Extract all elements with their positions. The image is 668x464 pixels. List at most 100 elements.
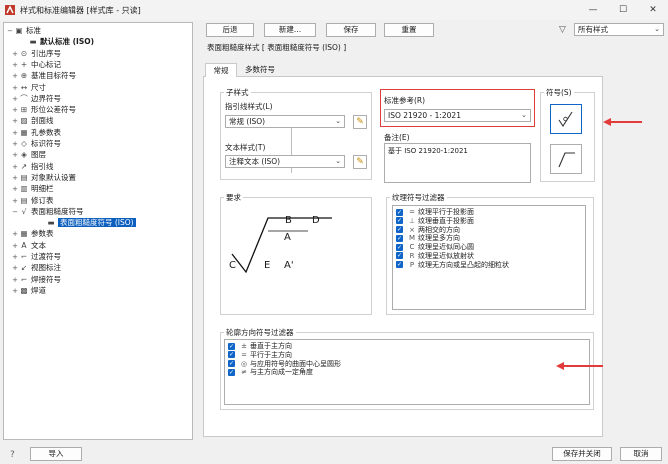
filter-row[interactable]: ✓ = 平行于主方向 — [228, 351, 586, 360]
texture-filter-label: 纹理符号过滤器 — [390, 192, 447, 203]
filter-row[interactable]: ✓ M 纹理呈多方向 — [396, 234, 582, 243]
contour-filter-list[interactable]: ✓ ± 垂直于主方向 ✓ = 平行于主方向 ✓ ◎ 与应用符号的曲面中心呈圆形 ✓ ≠ 与主方向成一定… — [224, 339, 590, 405]
app-icon — [5, 5, 15, 15]
collapse-icon[interactable]: − — [6, 26, 14, 37]
tree-item-label: 对象默认设置 — [31, 172, 76, 182]
tree-item[interactable]: − √ 表面粗糙度符号 — [11, 206, 84, 218]
checkbox-checked-icon[interactable]: ✓ — [396, 261, 403, 269]
lay-symbol-icon: R — [409, 251, 415, 260]
tree-item[interactable]: + ▩ 焊道 — [11, 285, 46, 296]
filter-row[interactable]: ✓ P 纹理无方向或呈凸起的细粒状 — [396, 261, 582, 270]
note-textarea[interactable]: 基于 ISO 21920-1:2021 — [384, 143, 531, 183]
chevron-down-icon: ⌄ — [521, 111, 527, 119]
dimension-icon: ↔ — [20, 82, 28, 92]
tree-item[interactable]: + ▤ 对象默认设置 — [11, 172, 76, 183]
revision-table-icon: ▤ — [20, 195, 28, 205]
tree-item[interactable]: + ⊕ 基准目标符号 — [11, 70, 76, 81]
tree-item[interactable]: + ↗ 指引线 — [11, 161, 53, 172]
tree-item[interactable]: + + 中心标记 — [11, 59, 61, 70]
filter-row-label: 纹理呈近似放射状 — [418, 251, 474, 260]
style-tree[interactable]: − ▣ 标准 ▬ 默认标准 (ISO) + ⊙ 引出序号 + + 中心标记 + ⊕ 基准目标符号 + ↔ 尺寸 +… — [3, 22, 193, 440]
back-button[interactable]: 后退 — [206, 23, 254, 37]
new-button[interactable]: 新建... — [264, 23, 316, 37]
tree-item[interactable]: + ⊙ 引出序号 — [11, 48, 61, 59]
expand-icon[interactable]: + — [11, 286, 19, 297]
requirement-letter-d: D — [312, 215, 320, 226]
tree-item[interactable]: + ⌐ 焊接符号 — [11, 274, 61, 285]
standard-reference-select[interactable]: ISO 21920 - 1:2021 ⌄ — [384, 109, 531, 122]
tree-item[interactable]: + ⌐ 过渡符号 — [11, 251, 61, 262]
checkbox-checked-icon[interactable]: ✓ — [228, 342, 235, 350]
collapse-icon[interactable]: − — [11, 207, 19, 218]
standard-reference-label: 标准参考(R) — [384, 96, 426, 105]
symbol-machined-button[interactable] — [550, 144, 582, 174]
datum-target-icon: ⊕ — [20, 71, 28, 81]
checkbox-checked-icon[interactable]: ✓ — [228, 351, 235, 359]
filter-row[interactable]: ✓ ⊥ 纹理垂直于投影面 — [396, 217, 582, 226]
tree-item[interactable]: + ▥ 明细栏 — [11, 183, 53, 194]
texture-filter-list[interactable]: ✓ = 纹理平行于投影面 ✓ ⊥ 纹理垂直于投影面 ✓ × 两相交的方向 ✓ M 纹理呈多方向 ✓ C 纹理… — [392, 205, 586, 310]
tree-item[interactable]: + ◈ 图层 — [11, 149, 46, 160]
symbol-basic-button[interactable] — [550, 104, 582, 134]
checkbox-checked-icon[interactable]: ✓ — [396, 226, 403, 234]
tree-item[interactable]: + A 文本 — [11, 240, 46, 251]
tree-item-label: 引出序号 — [31, 48, 61, 58]
style-filter-select[interactable]: 所有样式 ⌄ — [574, 23, 664, 36]
lay-symbol-icon: ± — [241, 342, 247, 350]
tree-item[interactable]: + ▤ 修订表 — [11, 195, 53, 206]
note-label: 备注(E) — [384, 133, 410, 142]
checkbox-checked-icon[interactable]: ✓ — [228, 360, 235, 368]
tree-item[interactable]: + ↙ 视图标注 — [11, 262, 61, 273]
checkbox-checked-icon[interactable]: ✓ — [228, 368, 235, 376]
tab-symbols[interactable]: 多数符号 — [240, 64, 280, 76]
filter-icon: ▽ — [559, 25, 566, 35]
checkbox-checked-icon[interactable]: ✓ — [396, 234, 403, 242]
requirement-letter-a: A — [284, 232, 291, 243]
breadcrumb: 表面粗糙度样式 [ 表面粗糙度符号 (ISO) ] — [207, 43, 347, 52]
tree-item[interactable]: − ▣ 标准 — [6, 25, 41, 36]
save-close-button[interactable]: 保存并关闭 — [552, 447, 612, 461]
text-style-select[interactable]: 注释文本 (ISO) ⌄ — [225, 155, 345, 168]
substyle-group-label: 子样式 — [224, 87, 251, 98]
maximize-button[interactable]: ☐ — [608, 0, 638, 20]
text-icon: A — [21, 240, 27, 250]
edit-text-style-icon[interactable]: ✎ — [353, 155, 367, 169]
cancel-button[interactable]: 取消 — [620, 447, 662, 461]
checkbox-checked-icon[interactable]: ✓ — [396, 208, 403, 216]
tree-item[interactable]: + ⊞ 形位公差符号 — [11, 104, 76, 115]
edit-leader-style-icon[interactable]: ✎ — [353, 115, 367, 129]
checkbox-checked-icon[interactable]: ✓ — [396, 217, 403, 225]
import-button[interactable]: 导入 — [30, 447, 82, 461]
tree-item-label: 参数表 — [31, 229, 54, 239]
tree-item[interactable]: ▬ 表面粗糙度符号 (ISO) — [38, 217, 136, 228]
filter-row[interactable]: ✓ ± 垂直于主方向 — [228, 342, 586, 351]
close-button[interactable]: ✕ — [638, 0, 668, 20]
help-icon[interactable]: ? — [10, 450, 15, 460]
tree-item[interactable]: + ▦ 参数表 — [11, 228, 54, 239]
tree-item[interactable]: + ⌒ 边界符号 — [11, 93, 61, 104]
filter-row[interactable]: ✓ ≠ 与主方向成一定角度 — [228, 368, 586, 377]
filter-row-label: 与主方向成一定角度 — [250, 368, 313, 377]
tree-item[interactable]: + ↔ 尺寸 — [11, 82, 46, 93]
lay-symbol-icon: = — [241, 350, 247, 359]
filter-row[interactable]: ✓ C 纹理呈近似同心圆 — [396, 243, 582, 252]
filter-row[interactable]: ✓ R 纹理呈近似放射状 — [396, 252, 582, 261]
filter-row-label: 与应用符号的曲面中心呈圆形 — [250, 359, 341, 368]
tree-item[interactable]: + ▨ 剖面线 — [11, 115, 53, 126]
tree-item-label: 中心标记 — [31, 59, 61, 69]
minimize-button[interactable]: — — [578, 0, 608, 20]
tree-item-label: 基准目标符号 — [31, 71, 76, 81]
checkbox-checked-icon[interactable]: ✓ — [396, 243, 403, 251]
checkbox-checked-icon[interactable]: ✓ — [396, 252, 403, 260]
tab-general[interactable]: 常规 — [205, 63, 237, 77]
tree-item[interactable]: + ▦ 孔参数表 — [11, 127, 61, 138]
filter-row[interactable]: ✓ = 纹理平行于投影面 — [396, 208, 582, 217]
tree-item-label: 表面粗糙度符号 — [31, 206, 84, 216]
leader-style-select[interactable]: 常规 (ISO) ⌄ — [225, 115, 345, 128]
surface-texture-item-icon: ▬ — [47, 218, 55, 228]
tree-item[interactable]: ▬ 默认标准 (ISO) — [20, 36, 94, 47]
tree-item[interactable]: + ◇ 标识符号 — [11, 138, 61, 149]
leader-icon: ↗ — [20, 161, 28, 171]
reset-button[interactable]: 重置 — [384, 23, 434, 37]
save-button[interactable]: 保存 — [326, 23, 376, 37]
